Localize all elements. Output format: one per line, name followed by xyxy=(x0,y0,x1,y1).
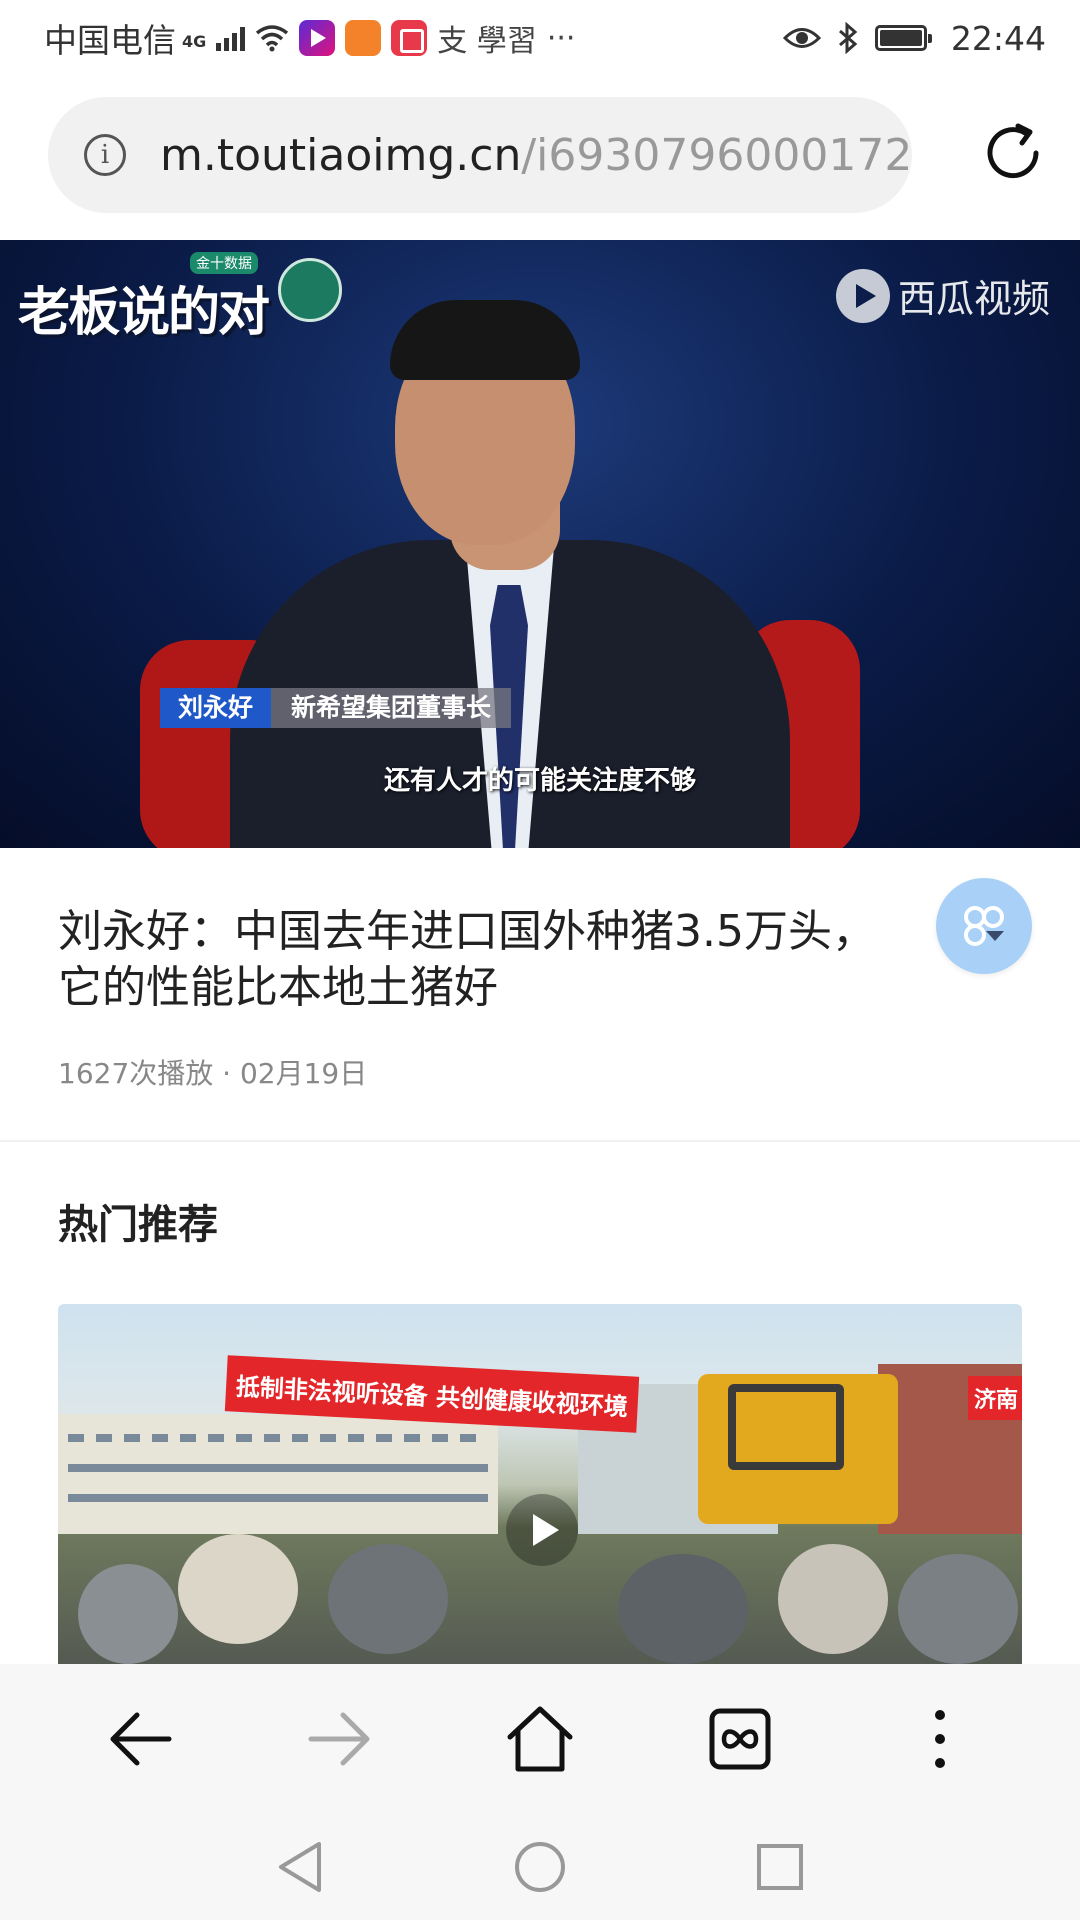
system-recents-button[interactable] xyxy=(745,1832,815,1902)
video-app-icon xyxy=(299,20,336,56)
thumbnail-banner-right: 济南 xyxy=(968,1376,1022,1420)
address-bar-row: i m.toutiaoimg.cn/i6930796000172 xyxy=(48,96,1048,214)
system-home-button[interactable] xyxy=(505,1832,575,1902)
speaker-title: 新希望集团董事长 xyxy=(271,688,512,728)
speaker-name-tag: 刘永好 新希望集团董事长 xyxy=(160,688,512,728)
forward-arrow-icon xyxy=(308,1712,370,1766)
tabs-button[interactable] xyxy=(686,1685,794,1793)
system-back-button[interactable] xyxy=(265,1832,335,1902)
signal-icon xyxy=(216,25,246,51)
status-left: 中国电信 4G 支 學習 ··· xyxy=(44,14,783,62)
brand-name: 西瓜视频 xyxy=(897,277,1050,321)
wifi-icon xyxy=(256,25,289,52)
show-logo: 老板说的对 xyxy=(18,283,270,343)
recommended-video-thumbnail[interactable]: 抵制非法视听设备 共创健康收视环境 济南 xyxy=(58,1304,1022,1664)
home-circle-icon xyxy=(515,1842,565,1892)
speaker-name: 刘永好 xyxy=(160,688,272,728)
loader-vehicle xyxy=(698,1374,898,1524)
clock: 22:44 xyxy=(950,18,1046,58)
more-menu-button[interactable] xyxy=(886,1685,994,1793)
tabs-icon xyxy=(709,1708,771,1770)
browser-toolbar xyxy=(0,1664,1080,1814)
eye-comfort-icon xyxy=(782,28,821,48)
show-badge: 金十数据 xyxy=(190,252,258,274)
article-title: 刘永好：中国去年进口国外种猪3.5万头，它的性能比本地土猪好 xyxy=(58,906,876,1013)
clover-icon xyxy=(964,906,1004,946)
home-button[interactable] xyxy=(486,1685,594,1793)
video-caption: 还有人才的可能关注度不够 xyxy=(383,766,696,796)
weibo-app-icon xyxy=(345,20,382,56)
divider xyxy=(0,1140,1080,1142)
back-triangle-icon xyxy=(279,1842,321,1892)
video-brand-watermark: 西瓜视频 xyxy=(835,268,1050,323)
carrier-name: 中国电信 xyxy=(44,21,176,60)
home-icon xyxy=(507,1706,573,1772)
system-navigation-bar xyxy=(0,1814,1080,1920)
more-vertical-icon xyxy=(935,1710,945,1768)
more-notifications-icon: ··· xyxy=(546,20,576,56)
address-bar[interactable]: i m.toutiaoimg.cn/i6930796000172 xyxy=(48,97,912,213)
reader-app-icon xyxy=(391,20,428,56)
study-app-icon: 支 學習 xyxy=(437,24,537,59)
battery-icon xyxy=(874,25,932,51)
forward-button[interactable] xyxy=(286,1685,394,1793)
recent-square-icon xyxy=(757,1844,803,1890)
back-button[interactable] xyxy=(86,1685,194,1793)
reload-icon[interactable] xyxy=(978,118,1048,188)
bluetooth-icon xyxy=(838,22,858,54)
xigua-play-icon xyxy=(835,268,890,323)
status-right: 22:44 xyxy=(782,18,1046,58)
section-heading: 热门推荐 xyxy=(58,1202,218,1248)
url-text[interactable]: m.toutiaoimg.cn/i6930796000172 xyxy=(160,130,912,181)
video-player[interactable]: 老板说的对 金十数据 西瓜视频 刘永好 新希望集团董事长 还有人才的可能关注度不… xyxy=(0,240,1080,848)
play-icon[interactable] xyxy=(506,1494,578,1566)
show-logo-emblem xyxy=(278,258,342,322)
network-type: 4G xyxy=(182,32,207,51)
status-bar: 中国电信 4G 支 學習 ··· 22:44 xyxy=(0,0,1080,76)
back-arrow-icon xyxy=(110,1712,172,1766)
site-info-icon[interactable]: i xyxy=(84,134,126,176)
article-meta: 1627次播放 · 02月19日 xyxy=(58,1057,368,1090)
floating-menu-button[interactable] xyxy=(936,878,1032,974)
